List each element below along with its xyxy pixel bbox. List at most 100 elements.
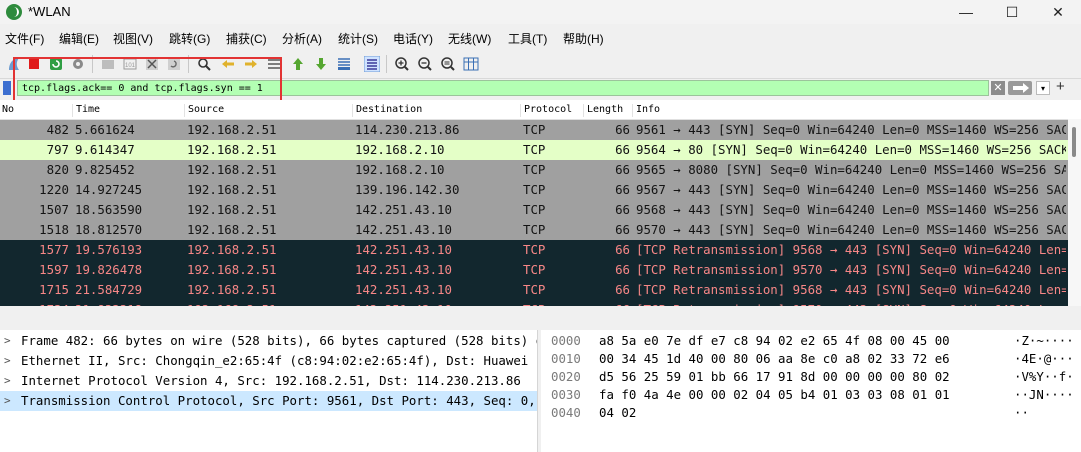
clear-filter-button[interactable]: ✕ [991,81,1005,95]
bytes-ascii[interactable]: ··JN···· ········ [1014,386,1081,404]
open-file-icon[interactable] [100,56,116,72]
bytes-hex[interactable]: a8 5a e0 7e df e7 c8 94 02 e2 65 4f 08 0… [599,332,950,350]
bytes-ascii[interactable]: ·V%Y··f· ········ [1014,368,1081,386]
packet-cell-info: 9565 → 8080 [SYN] Seq=0 Win=64240 Len=0 … [636,162,1066,177]
column-header-time[interactable]: Time [72,104,100,117]
zoom-in-icon[interactable] [394,56,410,72]
bytes-hex[interactable]: fa f0 4a 4e 00 00 02 04 05 b4 01 03 03 0… [599,386,950,404]
menu-statistics[interactable]: 统计(S) [338,30,378,47]
go-last-packet-icon[interactable] [313,56,329,72]
packet-list-header: No. Time Source Destination Protocol Len… [0,100,1081,120]
expand-arrow-icon[interactable]: > [4,351,11,371]
packet-cell-len: 66 [615,202,630,217]
menu-capture[interactable]: 捕获(C) [226,30,267,47]
go-to-packet-icon[interactable] [266,56,282,72]
column-header-destination[interactable]: Destination [352,104,422,117]
save-file-icon[interactable]: 101 [122,56,138,72]
column-header-source[interactable]: Source [184,104,224,117]
menu-wireless[interactable]: 无线(W) [448,30,491,47]
toolbar-separator [92,55,93,73]
bytes-row[interactable]: 0000 a8 5a e0 7e df e7 c8 94 02 e2 65 4f… [541,332,1081,350]
column-header-length[interactable]: Length [583,104,623,117]
packet-cell-info: [TCP Retransmission] 9568 → 443 [SYN] Se… [636,242,1066,257]
add-filter-button[interactable]: + [1056,78,1065,95]
display-filter-input[interactable] [17,80,989,96]
restart-capture-icon[interactable] [48,56,64,72]
go-first-packet-icon[interactable] [290,56,306,72]
find-packet-icon[interactable] [196,56,212,72]
bookmark-icon[interactable] [3,81,11,95]
packet-row[interactable]: 1507 18.563590 192.168.2.51 142.251.43.10 TC… [0,200,1081,220]
bytes-ascii[interactable]: ·4E·@··· ·····3r· [1014,350,1081,368]
column-header-info[interactable]: Info [632,104,660,117]
packet-row[interactable]: 1715 21.584729 192.168.2.51 142.251.43.10 TC… [0,280,1081,300]
column-header-no[interactable]: No. [0,104,14,117]
bytes-hex[interactable]: d5 56 25 59 01 bb 66 17 91 8d 00 00 00 0… [599,368,950,386]
go-back-icon[interactable] [220,56,236,72]
packet-row[interactable]: 1597 19.826478 192.168.2.51 142.251.43.10 TC… [0,260,1081,280]
packet-cell-proto: TCP [523,242,546,257]
capture-options-icon[interactable] [70,56,86,72]
menu-help[interactable]: 帮助(H) [563,30,604,47]
menu-view[interactable]: 视图(V) [113,30,153,47]
packet-row[interactable]: 1220 14.927245 192.168.2.51 139.196.142.30 T… [0,180,1081,200]
packet-cell-len: 66 [615,242,630,257]
stop-capture-icon[interactable] [26,56,42,72]
expand-arrow-icon[interactable]: > [4,331,11,351]
close-button[interactable]: ✕ [1035,0,1081,24]
detail-row-frame[interactable]: > Frame 482: 66 bytes on wire (528 bits)… [0,331,537,351]
packet-cell-no: 1220 [39,182,69,197]
filter-history-dropdown[interactable]: ▾ [1036,81,1050,95]
packet-row[interactable]: 820 9.825452 192.168.2.51 192.168.2.10 TCP 66… [0,160,1081,180]
zoom-out-icon[interactable] [417,56,433,72]
expand-arrow-icon[interactable]: > [4,391,11,411]
packet-cell-time: 18.812570 [75,222,143,237]
menu-go[interactable]: 跳转(G) [169,30,210,47]
go-forward-icon[interactable] [243,56,259,72]
detail-row-tcp[interactable]: > Transmission Control Protocol, Src Por… [0,391,537,411]
autoscroll-icon[interactable] [336,56,352,72]
menu-edit[interactable]: 编辑(E) [59,30,99,47]
packet-cell-proto: TCP [523,282,546,297]
packet-cell-time: 14.927245 [75,182,143,197]
maximize-button[interactable]: ☐ [989,0,1035,24]
packet-list-scrollbar[interactable] [1068,119,1081,306]
packet-row[interactable]: 797 9.614347 192.168.2.51 192.168.2.10 TCP 66… [0,140,1081,160]
packet-row[interactable]: 1577 19.576193 192.168.2.51 142.251.43.10 TC… [0,240,1081,260]
minimize-button[interactable]: — [943,0,989,24]
detail-row-ethernet[interactable]: > Ethernet II, Src: Chongqin_e2:65:4f (c… [0,351,537,371]
pane-splitter[interactable] [0,306,1081,330]
packet-row[interactable]: 1518 18.812570 192.168.2.51 142.251.43.10 TC… [0,220,1081,240]
detail-row-ipv4[interactable]: > Internet Protocol Version 4, Src: 192.… [0,371,537,391]
menu-analyze[interactable]: 分析(A) [282,30,322,47]
close-file-icon[interactable] [144,56,160,72]
column-header-protocol[interactable]: Protocol [520,104,572,117]
expand-arrow-icon[interactable]: > [4,371,11,391]
packet-cell-time: 9.825452 [75,162,135,177]
bytes-ascii[interactable]: ·Z·~···· ··eO··E· [1014,332,1081,350]
packet-row[interactable]: 482 5.661624 192.168.2.51 114.230.213.86 TCP… [0,120,1081,140]
toolbar-separator [386,55,387,73]
bytes-row[interactable]: 0010 00 34 45 1d 40 00 80 06 aa 8e c0 a8… [541,350,1081,368]
packet-cell-proto: TCP [523,162,546,177]
menu-tools[interactable]: 工具(T) [508,30,547,47]
menu-telephony[interactable]: 电话(Y) [393,30,433,47]
bytes-hex[interactable]: 00 34 45 1d 40 00 80 06 aa 8e c0 a8 02 3… [599,350,950,368]
reload-file-icon[interactable] [166,56,182,72]
bytes-row[interactable]: 0040 04 02 ·· [541,404,1081,422]
resize-columns-icon[interactable] [463,56,479,72]
packet-cell-src: 192.168.2.51 [187,182,277,197]
bytes-hex[interactable]: 04 02 [599,404,636,422]
apply-filter-arrow-icon[interactable] [1008,81,1032,95]
colorize-icon[interactable] [364,56,380,72]
packet-cell-info: [TCP Retransmission] 9568 → 443 [SYN] Se… [636,282,1066,297]
packet-cell-no: 1518 [39,222,69,237]
menu-file[interactable]: 文件(F) [5,30,44,47]
fin-icon[interactable] [6,56,22,72]
bytes-row[interactable]: 0020 d5 56 25 59 01 bb 66 17 91 8d 00 00… [541,368,1081,386]
packet-bytes-pane: 0000 a8 5a e0 7e df e7 c8 94 02 e2 65 4f… [541,330,1081,452]
bytes-row[interactable]: 0030 fa f0 4a 4e 00 00 02 04 05 b4 01 03… [541,386,1081,404]
normal-size-icon[interactable] [440,56,456,72]
packet-cell-time: 19.576193 [75,242,143,257]
bytes-ascii[interactable]: ·· [1014,404,1029,422]
